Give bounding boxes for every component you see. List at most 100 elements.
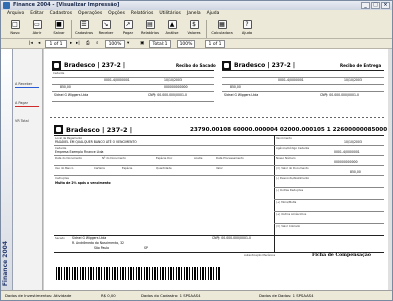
calculator-icon: ▦ bbox=[217, 20, 227, 29]
analysis-icon: ▲ bbox=[167, 20, 177, 29]
aceite-label: Aceite bbox=[194, 156, 203, 160]
venc-value: 10/10/2003 bbox=[344, 140, 362, 144]
app-window: Finance 2004 - [Visualizar Impressão] _ … bbox=[0, 0, 393, 301]
slip1-bank-name: Bradesco | 237-2 | bbox=[64, 62, 126, 69]
receivable-bar bbox=[15, 87, 39, 88]
menu-janela[interactable]: Janela bbox=[187, 10, 201, 18]
app-icon bbox=[3, 2, 10, 9]
slip1-value: 850,00 bbox=[60, 85, 71, 89]
first-page-icon[interactable]: |◂ bbox=[29, 40, 33, 48]
cut-line bbox=[50, 117, 384, 118]
help-button[interactable]: ? Ajuda bbox=[237, 18, 257, 39]
menu-editar[interactable]: Editar bbox=[30, 10, 43, 18]
window-title: Finance 2004 - [Visualizar Impressão] bbox=[13, 2, 120, 8]
menu-cadastros[interactable]: Cadastros bbox=[50, 10, 72, 18]
pay-icon: ↗ bbox=[123, 20, 133, 29]
menu-operacoes[interactable]: Operações bbox=[78, 10, 102, 18]
divider bbox=[52, 70, 214, 71]
zoom-select[interactable]: 100% bbox=[105, 40, 125, 48]
ficha-label: Ficha de Compensação bbox=[312, 253, 371, 258]
menu-arquivo[interactable]: Arquivo bbox=[7, 10, 24, 18]
slip1-agency: 0001-4/0000001 bbox=[104, 78, 130, 82]
reports-icon: ▤ bbox=[145, 20, 155, 29]
status-investments: Dados de Investimentos: Atividade bbox=[5, 293, 72, 298]
agency-value: 0001-4/0000001 bbox=[334, 150, 360, 154]
analysis-button[interactable]: ▲ Análise bbox=[162, 18, 182, 39]
sacado-uf: SP bbox=[144, 246, 148, 250]
slip1-title: Recibo do Sacado bbox=[176, 63, 216, 68]
last-page-icon[interactable]: ▸| bbox=[76, 40, 80, 48]
cedente-value: Empresa Exemplo Finance Ltda bbox=[55, 150, 104, 154]
status-data: Dados de Dados: 1 SPSAAS4 bbox=[259, 293, 314, 298]
sacado-city: São Paulo bbox=[94, 246, 110, 250]
status-amount: R$ 0,00 bbox=[101, 293, 116, 298]
save-button[interactable]: ■ Salvar bbox=[49, 18, 69, 39]
payable-label: A Pagar bbox=[15, 101, 28, 105]
minimize-button[interactable]: _ bbox=[361, 2, 370, 9]
next-page-icon[interactable]: ▸ bbox=[70, 40, 72, 48]
payable-bar bbox=[15, 106, 39, 107]
register-button[interactable]: ☰ Cadastros bbox=[74, 18, 94, 39]
slip2-value: 850,00 bbox=[230, 85, 241, 89]
menu-opcoes[interactable]: Opções bbox=[108, 10, 125, 18]
sacado-name: Sidnei G Wiggers Ltda bbox=[72, 236, 107, 240]
calculator-button[interactable]: ▦ Calculadora bbox=[209, 18, 235, 39]
divider bbox=[222, 91, 384, 92]
slip1-local-label: Cedente bbox=[53, 71, 65, 75]
instrucoes-value: Multa de 2% após o vencimento bbox=[55, 181, 111, 185]
values-button[interactable]: $ Valores bbox=[184, 18, 204, 39]
slip1-nosso: 000000000000 bbox=[164, 85, 188, 89]
outras-deducoes-label: (-) Outras Deduções bbox=[276, 188, 304, 192]
slip2-cnpj: CNPJ: 00.000.000/0001-0 bbox=[320, 93, 359, 97]
status-bar: Dados de Investimentos: Atividade R$ 0,0… bbox=[1, 290, 392, 300]
slip1-venc: 10/10/2003 bbox=[164, 78, 182, 82]
divider bbox=[54, 135, 384, 136]
autenticacao-label: Autenticação Mecânica bbox=[244, 253, 276, 257]
title-bar: Finance 2004 - [Visualizar Impressão] _ … bbox=[1, 1, 392, 10]
quantidade-label: Quantidade bbox=[156, 166, 172, 170]
divider bbox=[222, 70, 384, 71]
total-field: Total:1 bbox=[149, 40, 171, 48]
receivable-label: A Receber bbox=[15, 82, 33, 86]
divider bbox=[52, 91, 214, 92]
valor-cobrado-label: (=) Valor Cobrado bbox=[276, 224, 301, 228]
uso-banco-label: Uso do Banco bbox=[55, 166, 74, 170]
open-icon: ▭ bbox=[32, 20, 42, 29]
data-doc-label: Data do Documento bbox=[55, 156, 83, 160]
page-count-field: 1 of 1 bbox=[205, 40, 225, 48]
bank-logo bbox=[54, 125, 63, 134]
toolbar: □ Novo ▭ Abrir ■ Salvar ☰ Cadastros ↘ Receber… bbox=[1, 18, 392, 39]
percent-field: 100% bbox=[177, 40, 195, 48]
slip2-bank-name: Bradesco | 237-2 | bbox=[234, 62, 296, 69]
barcode bbox=[56, 267, 221, 280]
menu-bar: Arquivo Editar Cadastros Operações Opçõe… bbox=[1, 10, 392, 18]
menu-ajuda[interactable]: Ajuda bbox=[207, 10, 220, 18]
prev-page-icon[interactable]: ◂ bbox=[38, 40, 40, 48]
values-icon: $ bbox=[189, 20, 199, 29]
chevron-down-icon[interactable]: ▾ bbox=[127, 40, 129, 48]
nosso-numero-label: Nosso Número bbox=[276, 156, 296, 160]
divider bbox=[52, 84, 214, 85]
open-button[interactable]: ▭ Abrir bbox=[27, 18, 47, 39]
sacado-label: Sacado bbox=[55, 236, 65, 240]
print-icon[interactable]: ⎙ bbox=[86, 40, 90, 48]
menu-utilitarios[interactable]: Utilitários bbox=[159, 10, 181, 18]
new-button[interactable]: □ Novo bbox=[5, 18, 25, 39]
menu-relatorios[interactable]: Relatórios bbox=[131, 10, 153, 18]
linha-digitavel: 23790.00108 60000.000004 02000.000105 1 … bbox=[190, 127, 388, 133]
sacado-address: R. Andrômeda do Nascimento, 32 bbox=[72, 241, 125, 245]
total-label: VR Total bbox=[15, 119, 29, 123]
page-input[interactable]: 1 of 1 bbox=[45, 40, 67, 48]
pay-button[interactable]: ↗ Pagar bbox=[118, 18, 138, 39]
vertical-scrollbar[interactable] bbox=[388, 49, 392, 290]
close-button[interactable]: × bbox=[381, 2, 390, 9]
brand-label: Finance 2004 bbox=[2, 240, 9, 286]
slip2-venc: 10/10/2003 bbox=[344, 78, 362, 82]
maximize-button[interactable]: □ bbox=[371, 2, 380, 9]
fit-icon[interactable]: ▣ bbox=[140, 40, 144, 48]
reports-button[interactable]: ▤ Relatórios bbox=[140, 18, 160, 39]
mora-label: (+) Mora/Multa bbox=[276, 200, 297, 204]
divider bbox=[222, 84, 384, 85]
receive-button[interactable]: ↘ Receber bbox=[96, 18, 116, 39]
zoom-icon[interactable]: ⌕ bbox=[96, 40, 99, 48]
